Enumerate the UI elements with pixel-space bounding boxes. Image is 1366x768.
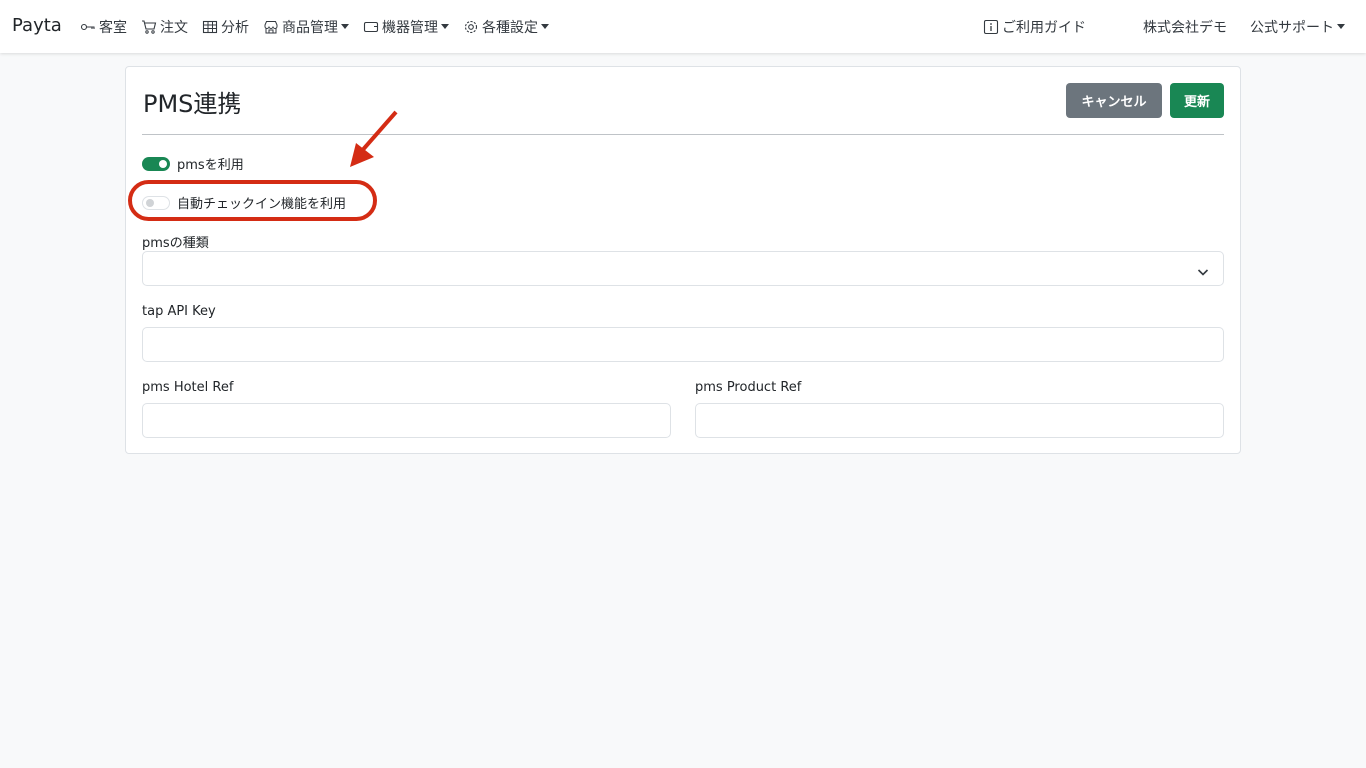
info-icon <box>983 19 999 35</box>
nav-label-guestroom: 客室 <box>99 19 127 36</box>
caret-down-icon <box>441 24 449 29</box>
use-pms-toggle[interactable] <box>142 156 170 171</box>
nav-item-orders[interactable]: 注文 <box>141 0 188 53</box>
pms-settings-card: PMS連携 キャンセル 更新 pmsを利用 自動チェックイン機能を利用 pmsの… <box>125 66 1241 454</box>
nav-label-company: 株式会社デモ <box>1143 19 1227 36</box>
cart-icon <box>141 19 157 35</box>
annotation-arrow-icon <box>350 110 398 167</box>
auto-checkin-toggle[interactable] <box>142 195 170 210</box>
tap-api-key-label: tap API Key <box>142 304 216 319</box>
table-icon <box>202 19 218 35</box>
pms-type-select[interactable] <box>142 251 1224 286</box>
nav-item-guide[interactable]: ご利用ガイド <box>983 0 1086 53</box>
gear-icon <box>463 19 479 35</box>
main-nav: 客室 注文 分析 商品管理 機器管理 各種設定 <box>80 0 563 53</box>
page-title: PMS連携 <box>143 90 242 118</box>
nav-label-settings: 各種設定 <box>482 19 538 36</box>
nav-item-support[interactable]: 公式サポート <box>1250 0 1345 53</box>
caret-down-icon <box>541 24 549 29</box>
chevron-down-icon <box>1197 263 1209 282</box>
auto-checkin-label: 自動チェックイン機能を利用 <box>177 197 347 212</box>
use-pms-label: pmsを利用 <box>177 158 244 173</box>
nav-label-devices: 機器管理 <box>382 19 438 36</box>
nav-item-products[interactable]: 商品管理 <box>263 0 349 53</box>
use-pms-row: pmsを利用 <box>142 154 244 173</box>
caret-down-icon <box>341 24 349 29</box>
nav-label-analytics: 分析 <box>221 19 249 36</box>
nav-item-devices[interactable]: 機器管理 <box>363 0 449 53</box>
nav-item-analytics[interactable]: 分析 <box>202 0 249 53</box>
nav-item-settings[interactable]: 各種設定 <box>463 0 549 53</box>
key-icon <box>80 19 96 35</box>
nav-label-guide: ご利用ガイド <box>1002 19 1086 36</box>
brand-logo[interactable]: Payta <box>12 15 62 37</box>
wallet-icon <box>363 19 379 35</box>
pms-hotel-ref-input[interactable] <box>142 403 671 438</box>
nav-label-products: 商品管理 <box>282 19 338 36</box>
shop-icon <box>263 19 279 35</box>
caret-down-icon <box>1337 24 1345 29</box>
pms-product-ref-label: pms Product Ref <box>695 380 802 395</box>
top-navbar: Payta 客室 注文 分析 商品管理 機器管理 各種設定 ご利用ガイド 株式会… <box>0 0 1366 53</box>
nav-item-guestroom[interactable]: 客室 <box>80 0 127 53</box>
tap-api-key-input[interactable] <box>142 327 1224 362</box>
cancel-button[interactable]: キャンセル <box>1066 83 1162 118</box>
title-divider <box>142 134 1224 135</box>
pms-product-ref-input[interactable] <box>695 403 1224 438</box>
pms-type-label: pmsの種類 <box>142 236 209 251</box>
auto-checkin-row: 自動チェックイン機能を利用 <box>142 193 346 212</box>
nav-label-orders: 注文 <box>160 19 188 36</box>
nav-label-support: 公式サポート <box>1250 19 1334 36</box>
pms-hotel-ref-label: pms Hotel Ref <box>142 380 234 395</box>
nav-item-company[interactable]: 株式会社デモ <box>1143 0 1227 53</box>
update-button[interactable]: 更新 <box>1170 83 1224 118</box>
